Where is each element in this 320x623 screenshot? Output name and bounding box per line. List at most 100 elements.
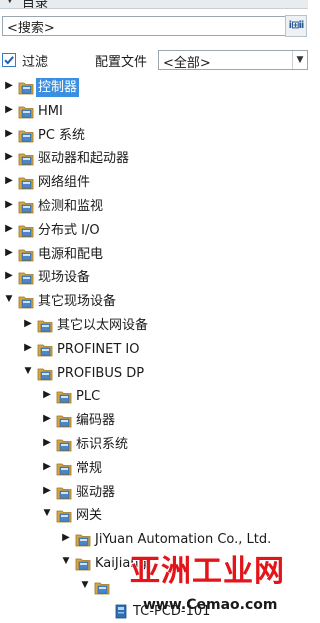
collapse-arrow-icon[interactable]: ▼ [42, 508, 52, 518]
tree-item-label: 标识系统 [76, 437, 129, 452]
tree-item-label: JiYuan Automation Co., Ltd. [95, 532, 272, 548]
folder-icon [18, 151, 34, 166]
tree-item[interactable]: ▶ 驱动器 [0, 481, 308, 504]
tree-item-label: 驱动器 [76, 484, 116, 500]
collapse-arrow-icon[interactable]: ▼ [80, 580, 90, 590]
expand-arrow-icon[interactable]: ▶ [42, 485, 52, 496]
folder-icon [37, 366, 53, 381]
tree-item-label: PLC [76, 389, 101, 405]
search-row: i⊞ii [0, 13, 308, 39]
chevron-down-icon[interactable]: ▼ [292, 51, 307, 69]
tree-item-label: PROFIBUS DP [57, 365, 145, 381]
folder-icon [37, 318, 53, 333]
tree-item-label: 现场设备 [38, 270, 91, 286]
tree-item-label [112, 578, 116, 597]
filter-row: 过滤 配置文件 <全部> ▼ [0, 48, 308, 72]
tree-item[interactable]: ▶ 控制器 [0, 76, 308, 99]
folder-icon [18, 270, 34, 285]
tree-item-label: 检测和监视 [38, 199, 104, 214]
search-options-button[interactable]: i⊞ii [285, 15, 307, 37]
folder-icon [37, 342, 53, 357]
expand-arrow-icon[interactable]: ▶ [4, 80, 14, 91]
folder-icon [18, 199, 34, 214]
tree-item-label: 电源和配电 [38, 246, 104, 262]
expand-arrow-icon[interactable]: ▶ [4, 104, 14, 115]
expand-arrow-icon[interactable]: ▶ [4, 223, 14, 234]
tree-item-label: PROFINET IO [57, 341, 140, 357]
profile-select[interactable]: <全部> ▼ [158, 50, 308, 71]
tree-item[interactable]: ▶ PROFINET IO [0, 338, 308, 361]
tree-item-label: PC 系统 [38, 127, 86, 143]
tree-item[interactable]: ▶ 电源和配电 [0, 243, 308, 266]
tree-item-label: 其它现场设备 [38, 294, 117, 310]
folder-icon [18, 294, 34, 309]
expand-arrow-icon[interactable]: ▶ [42, 461, 52, 472]
expand-arrow-icon[interactable]: ▶ [4, 247, 14, 258]
checkmark-icon [4, 56, 14, 65]
folder-icon [94, 580, 110, 595]
folder-icon [18, 247, 34, 262]
tree-item[interactable]: ▶ PLC [0, 385, 308, 408]
tree-item[interactable]: ▶ HMI [0, 100, 308, 123]
collapse-arrow-icon[interactable]: ▼ [23, 366, 33, 376]
expand-arrow-icon[interactable]: ▶ [4, 151, 14, 162]
filter-label: 过滤 [22, 55, 49, 70]
tree-item-label: 分布式 I/O [38, 222, 100, 238]
folder-icon [56, 413, 72, 428]
collapse-arrow-icon[interactable]: ▼ [6, 0, 14, 5]
tree-item[interactable]: ▶ PC 系统 [0, 124, 308, 147]
tree-item-label: HMI [38, 103, 63, 119]
tree-item-label: 驱动器和起动器 [38, 151, 130, 167]
device-icon [113, 604, 129, 619]
expand-arrow-icon[interactable]: ▶ [61, 532, 71, 543]
tree-item-label: 其它以太网设备 [57, 318, 149, 333]
expand-arrow-icon[interactable]: ▶ [23, 318, 33, 329]
folder-icon [56, 485, 72, 500]
tree-item[interactable]: ▶ 网络组件 [0, 171, 308, 194]
tree-item[interactable]: ▼ PROFIBUS DP [0, 362, 308, 385]
folder-icon [75, 556, 91, 571]
search-input[interactable] [2, 16, 286, 36]
tree-item[interactable]: ▶ 标识系统 [0, 433, 308, 456]
folder-icon [18, 104, 34, 119]
folder-icon [56, 389, 72, 404]
watermark-brand: 亚洲工业网 [130, 554, 285, 589]
expand-arrow-icon[interactable]: ▶ [4, 128, 14, 139]
tree-item[interactable]: ▶ 编码器 [0, 409, 308, 432]
folder-icon [18, 128, 34, 143]
folder-icon [56, 508, 72, 523]
catalog-title: 目录 [22, 0, 49, 9]
catalog-titlebar: ▼ 目录 [0, 0, 308, 9]
expand-arrow-icon[interactable]: ▶ [23, 342, 33, 353]
filter-checkbox[interactable] [2, 53, 16, 67]
tree-item[interactable]: ▼ 网关 [0, 504, 308, 527]
tree-item-label: 常规 [76, 460, 103, 476]
tree-item-label: 网关 [76, 508, 103, 524]
expand-arrow-icon[interactable]: ▶ [42, 413, 52, 424]
tree-item[interactable]: ▶ 检测和监视 [0, 195, 308, 218]
folder-icon [18, 80, 34, 95]
tree-item[interactable]: ▶ 分布式 I/O [0, 219, 308, 242]
profile-select-value: <全部> [163, 56, 211, 71]
tree-item[interactable]: ▶ 其它以太网设备 [0, 314, 308, 337]
watermark-url: www.Cemao.com [143, 597, 278, 613]
expand-arrow-icon[interactable]: ▶ [42, 389, 52, 400]
tree-item[interactable]: ▼ 其它现场设备 [0, 290, 308, 313]
tree-item[interactable]: ▶ 驱动器和起动器 [0, 147, 308, 170]
tree-item[interactable]: ▶ 常规 [0, 457, 308, 480]
folder-icon [18, 223, 34, 238]
tree-item-label: 编码器 [76, 413, 116, 429]
expand-arrow-icon[interactable]: ▶ [4, 270, 14, 281]
expand-arrow-icon[interactable]: ▶ [42, 437, 52, 448]
tree-item-label: 网络组件 [38, 175, 91, 191]
folder-icon [56, 461, 72, 476]
collapse-arrow-icon[interactable]: ▼ [61, 556, 71, 566]
tree-item[interactable]: ▶ JiYuan Automation Co., Ltd. [0, 528, 308, 551]
folder-icon [18, 175, 34, 190]
expand-arrow-icon[interactable]: ▶ [4, 199, 14, 210]
expand-arrow-icon[interactable]: ▶ [4, 175, 14, 186]
folder-icon [75, 532, 91, 547]
tree-item[interactable]: ▶ 现场设备 [0, 266, 308, 289]
tree-item-label: 控制器 [36, 78, 80, 97]
collapse-arrow-icon[interactable]: ▼ [4, 294, 14, 304]
